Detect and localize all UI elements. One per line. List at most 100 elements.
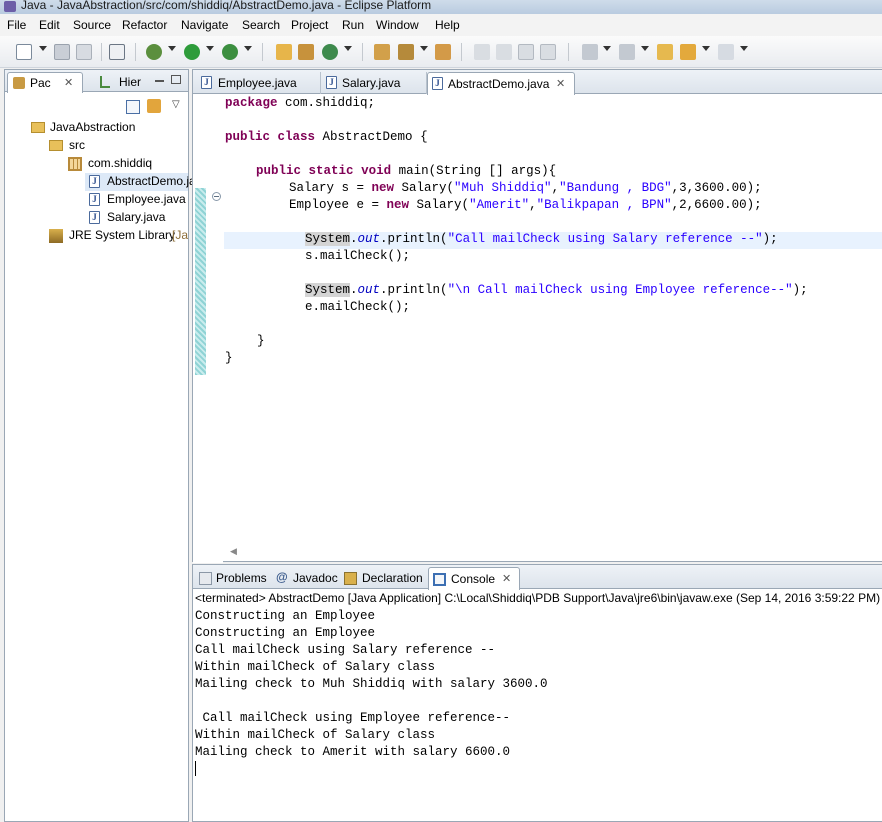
code-text: . <box>350 232 358 246</box>
next-annotation-icon[interactable] <box>582 44 598 60</box>
view-menu-icon[interactable]: ▽ <box>172 99 180 110</box>
new-java-project-icon[interactable] <box>276 44 292 60</box>
debug-icon[interactable] <box>146 44 162 60</box>
forward-icon[interactable] <box>718 44 734 60</box>
tree-item-employee[interactable]: J Employee.java <box>85 191 188 209</box>
window-title: Java - JavaAbstraction/src/com/shiddiq/A… <box>21 0 432 12</box>
tree-item-salary[interactable]: J Salary.java <box>85 209 188 227</box>
previous-annotation-icon[interactable] <box>619 44 635 60</box>
code-text: .println( <box>380 232 448 246</box>
tree-item-project[interactable]: JavaAbstraction <box>5 119 188 137</box>
tree-item-jre-library[interactable]: JRE System Library [JavaSE-1.6] <box>5 227 188 245</box>
word-wrap-icon[interactable] <box>518 44 534 60</box>
tab-employee-java[interactable]: J Employee.java <box>196 72 321 94</box>
tree-item-src[interactable]: src <box>5 137 188 155</box>
code-line[interactable]: e.mailCheck(); <box>305 300 410 317</box>
tree-item-abstractdemo[interactable]: J AbstractDemo.java <box>85 173 208 191</box>
code-text: ,3,3600.00); <box>671 181 762 195</box>
run-dropdown-icon[interactable] <box>206 46 214 51</box>
tab-problems[interactable]: Problems <box>195 567 271 589</box>
menu-edit[interactable]: Edit <box>39 18 60 32</box>
new-icon[interactable] <box>16 44 32 60</box>
maximize-icon[interactable] <box>171 75 181 84</box>
code-text: . <box>350 283 358 297</box>
code-line[interactable]: } <box>225 351 233 368</box>
code-line[interactable]: Employee e = new Salary("Amerit","Balikp… <box>289 198 762 215</box>
back-dropdown-icon[interactable] <box>702 46 710 51</box>
menu-search[interactable]: Search <box>242 18 280 32</box>
menu-refactor[interactable]: Refactor <box>122 18 167 32</box>
collapse-all-icon[interactable] <box>126 100 140 114</box>
tree-item-label: src <box>69 138 85 152</box>
problems-icon <box>199 572 212 585</box>
code-text: Employee e = <box>289 198 387 212</box>
tab-abstractdemo-java[interactable]: J AbstractDemo.java ✕ <box>427 72 575 95</box>
external-tools-icon[interactable] <box>222 44 238 60</box>
close-icon[interactable]: ✕ <box>64 76 73 89</box>
binary-icon[interactable] <box>109 44 125 60</box>
menu-help[interactable]: Help <box>435 18 460 32</box>
new-class-icon[interactable] <box>322 44 338 60</box>
java-file-icon: J <box>326 76 337 89</box>
scroll-left-icon[interactable]: ◀ <box>230 546 237 557</box>
menu-run[interactable]: Run <box>342 18 364 32</box>
debug-dropdown-icon[interactable] <box>168 46 176 51</box>
tree-item-package[interactable]: com.shiddiq <box>5 155 188 173</box>
new-package-icon[interactable] <box>298 44 314 60</box>
link-with-editor-icon[interactable] <box>147 99 161 113</box>
tree-item-label: com.shiddiq <box>88 156 153 170</box>
menu-navigate[interactable]: Navigate <box>181 18 228 32</box>
tab-hierarchy[interactable]: Hier <box>97 72 147 92</box>
menu-source[interactable]: Source <box>73 18 111 32</box>
collapse-icon[interactable] <box>212 192 221 201</box>
tab-label: AbstractDemo.java <box>448 77 550 91</box>
menu-file[interactable]: File <box>7 18 26 32</box>
code-line[interactable]: public static void main(String [] args){ <box>256 164 556 181</box>
javadoc-icon: @ <box>276 570 288 584</box>
code-text: ,2,6600.00); <box>671 198 762 212</box>
forward-dropdown-icon[interactable] <box>740 46 748 51</box>
open-task-icon[interactable] <box>435 44 451 60</box>
menu-project[interactable]: Project <box>291 18 328 32</box>
print-icon[interactable] <box>76 44 92 60</box>
tab-javadoc[interactable]: @ Javadoc <box>273 567 339 589</box>
code-line[interactable]: s.mailCheck(); <box>305 249 410 266</box>
search-icon[interactable] <box>398 44 414 60</box>
console-output-line: Mailing check to Muh Shiddiq with salary… <box>195 677 548 691</box>
minimize-icon[interactable] <box>155 80 164 82</box>
new-class-dropdown-icon[interactable] <box>344 46 352 51</box>
last-edit-location-icon[interactable] <box>657 44 673 60</box>
toolbar-separator <box>362 43 363 61</box>
tab-salary-java[interactable]: J Salary.java <box>321 72 427 94</box>
close-icon[interactable]: ✕ <box>556 77 565 90</box>
save-icon[interactable] <box>54 44 70 60</box>
tab-declaration[interactable]: Declaration <box>341 567 427 589</box>
quick-diff-bar <box>195 188 206 375</box>
toggle-block-selection-icon[interactable] <box>496 44 512 60</box>
tab-label: Console <box>451 572 496 586</box>
code-line[interactable]: System.out.println("Call mailCheck using… <box>305 232 778 249</box>
package-explorer-icon <box>13 77 25 89</box>
new-dropdown-icon[interactable] <box>39 46 47 51</box>
code-line[interactable]: } <box>257 334 265 351</box>
main-toolbar <box>0 36 882 68</box>
open-type-icon[interactable] <box>374 44 390 60</box>
search-dropdown-icon[interactable] <box>420 46 428 51</box>
external-tools-dropdown-icon[interactable] <box>244 46 252 51</box>
code-text: ); <box>762 232 778 246</box>
previous-annotation-dropdown-icon[interactable] <box>641 46 649 51</box>
code-line[interactable]: System.out.println("\n Call mailCheck us… <box>305 283 808 300</box>
title-bar: Java - JavaAbstraction/src/com/shiddiq/A… <box>0 0 882 14</box>
show-whitespace-icon[interactable] <box>540 44 556 60</box>
toggle-mark-occurrences-icon[interactable] <box>474 44 490 60</box>
back-icon[interactable] <box>680 44 696 60</box>
next-annotation-dropdown-icon[interactable] <box>603 46 611 51</box>
code-line[interactable]: public class AbstractDemo { <box>225 130 428 147</box>
code-line[interactable]: package com.shiddiq; <box>225 96 375 113</box>
close-icon[interactable]: ✕ <box>502 572 511 585</box>
code-line[interactable]: Salary s = new Salary("Muh Shiddiq","Ban… <box>289 181 762 198</box>
run-icon[interactable] <box>184 44 200 60</box>
tab-package-explorer[interactable]: Pac ✕ <box>7 72 83 93</box>
tab-console[interactable]: Console ✕ <box>428 567 520 590</box>
menu-window[interactable]: Window <box>376 18 419 32</box>
